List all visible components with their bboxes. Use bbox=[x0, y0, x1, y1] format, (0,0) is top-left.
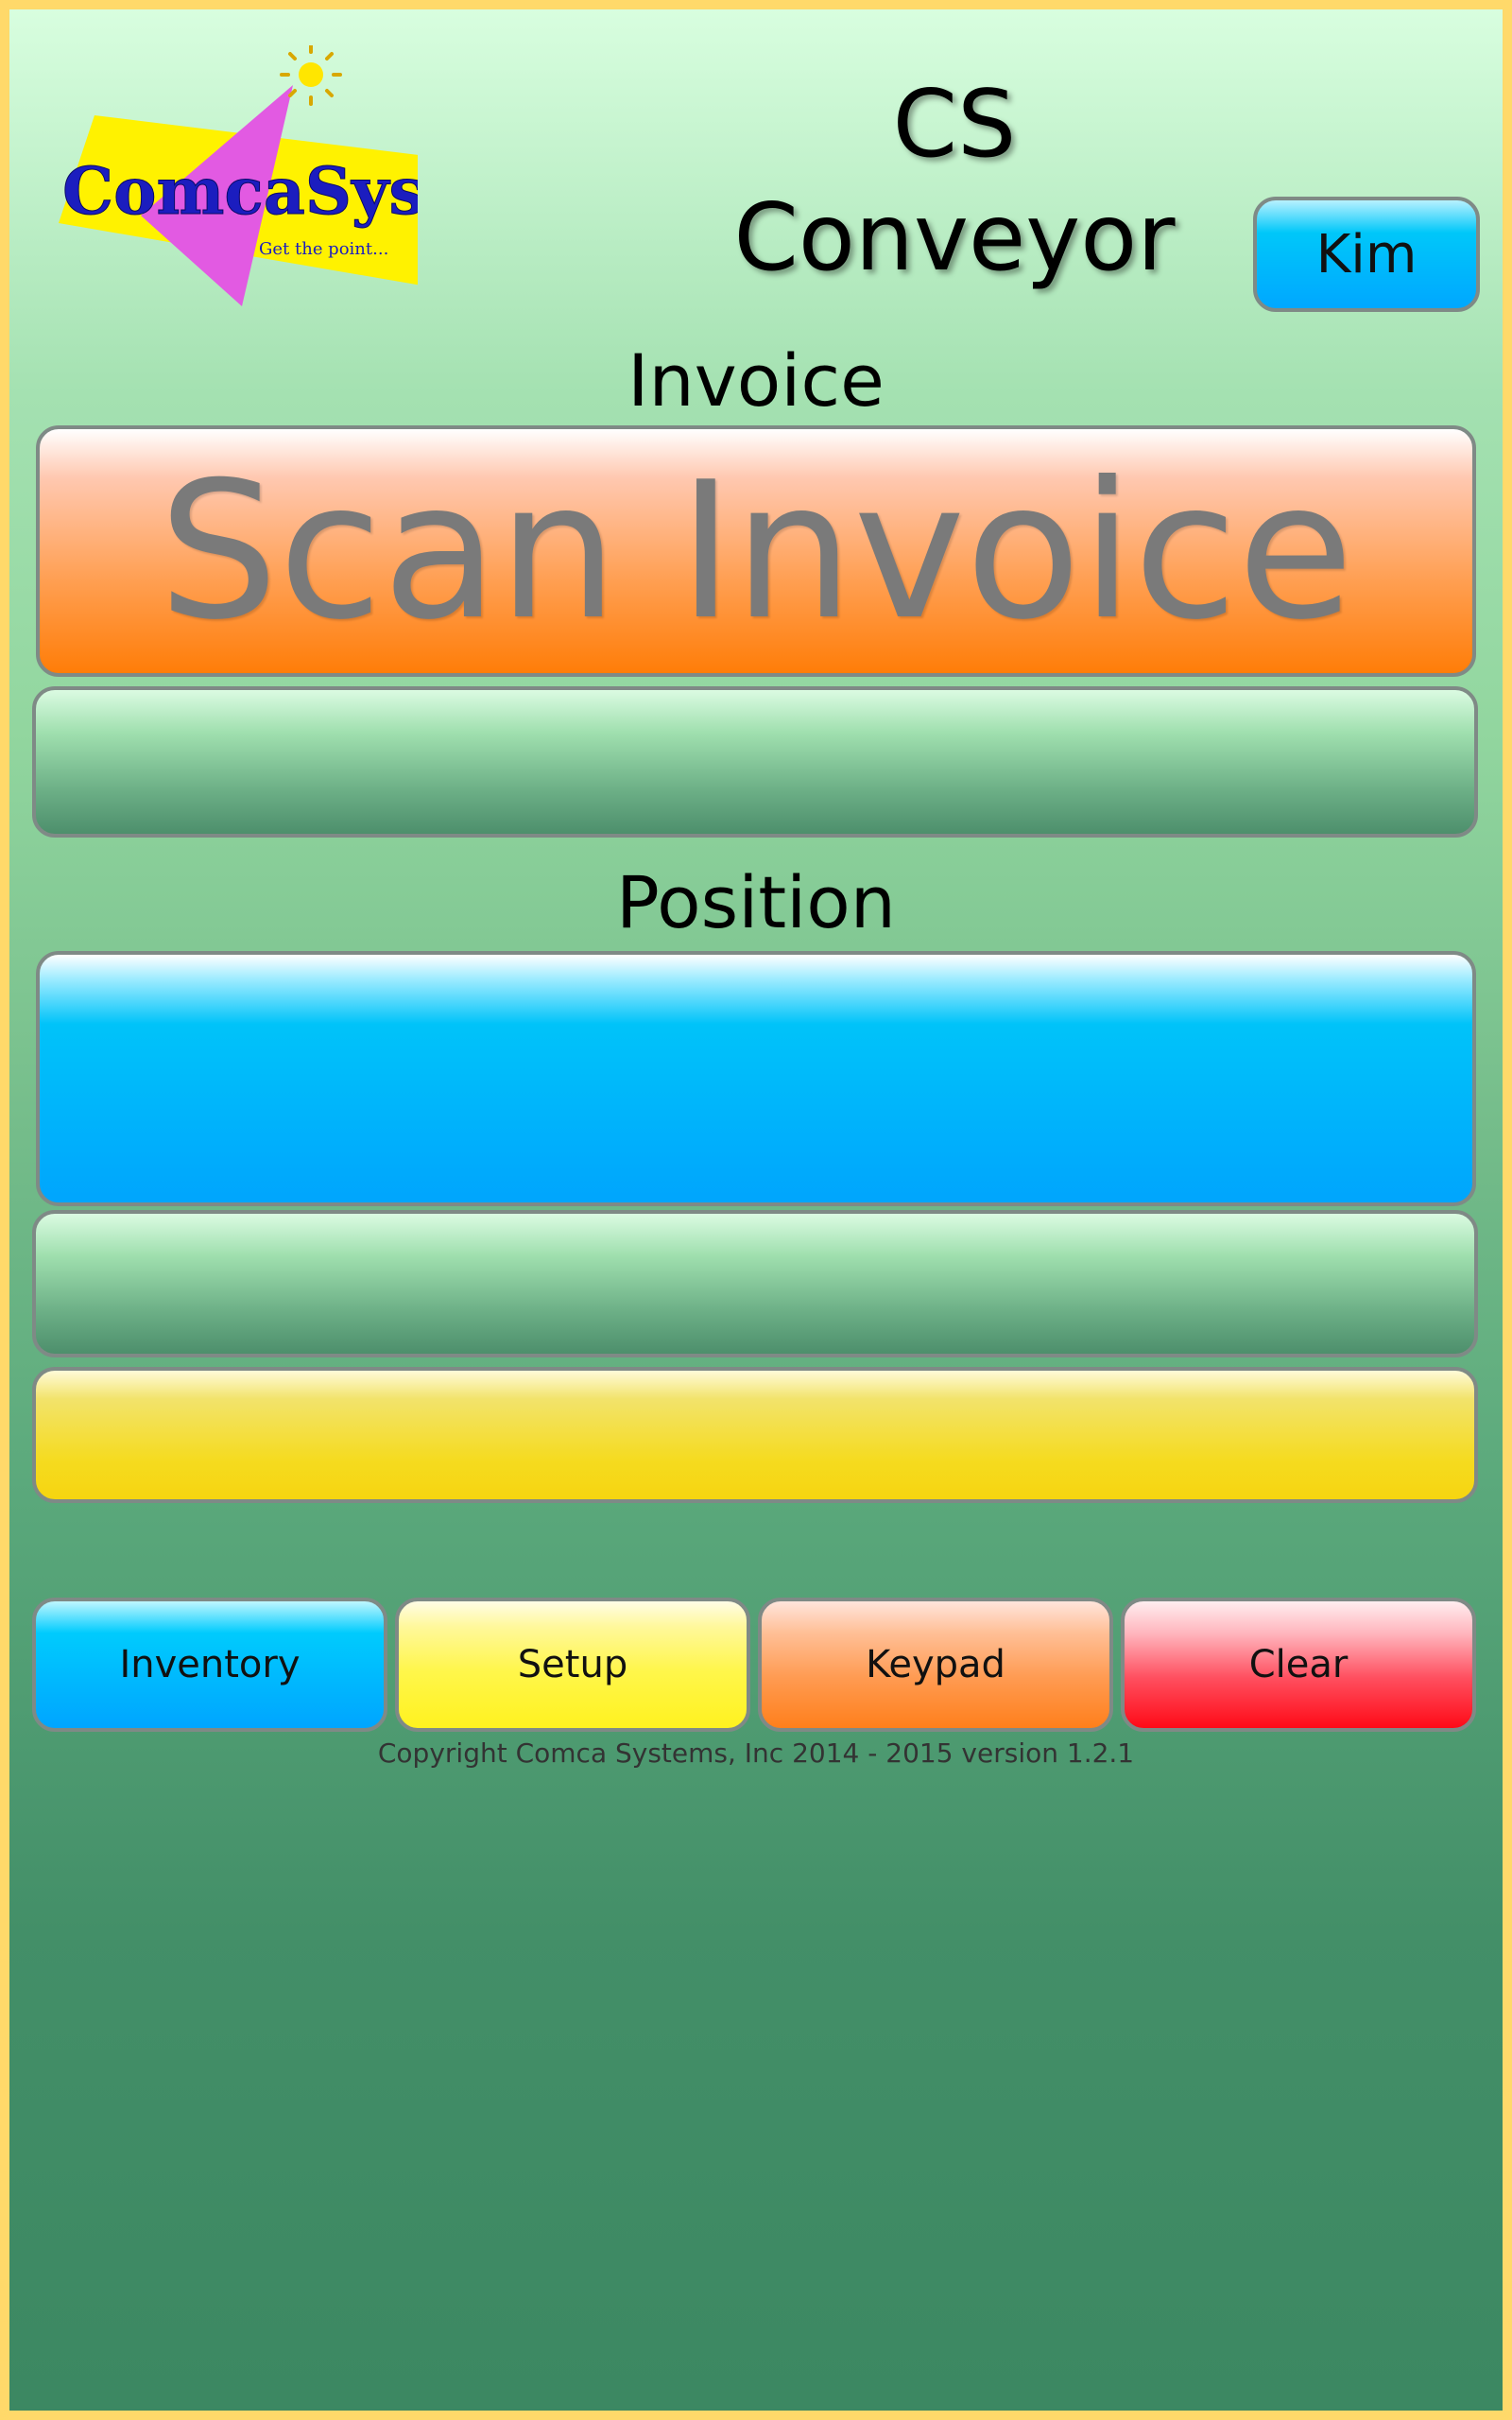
setup-button[interactable]: Setup bbox=[395, 1598, 750, 1732]
inventory-button[interactable]: Inventory bbox=[32, 1598, 387, 1732]
clear-button[interactable]: Clear bbox=[1121, 1598, 1476, 1732]
position-status-field bbox=[32, 1367, 1478, 1503]
keypad-button[interactable]: Keypad bbox=[758, 1598, 1113, 1732]
logo-brand-text: ComcaSystems bbox=[62, 154, 418, 230]
user-button[interactable]: Kim bbox=[1253, 197, 1480, 312]
invoice-detail-field bbox=[32, 686, 1478, 838]
position-detail-field bbox=[32, 1210, 1478, 1357]
company-logo: ComcaSystems Get the point... bbox=[59, 45, 418, 306]
position-button[interactable] bbox=[36, 951, 1476, 1206]
invoice-section-label: Invoice bbox=[627, 338, 885, 423]
position-section-label: Position bbox=[616, 860, 896, 944]
logo-sun-dot bbox=[299, 62, 323, 87]
logo-tagline: Get the point... bbox=[259, 239, 388, 259]
scan-invoice-button[interactable]: Scan Invoice bbox=[36, 425, 1476, 677]
app-screen: ComcaSystems Get the point... CS Conveyo… bbox=[9, 9, 1503, 2411]
copyright-text: Copyright Comca Systems, Inc 2014 - 2015… bbox=[377, 1737, 1135, 1769]
app-title: CS Conveyor bbox=[733, 71, 1176, 292]
